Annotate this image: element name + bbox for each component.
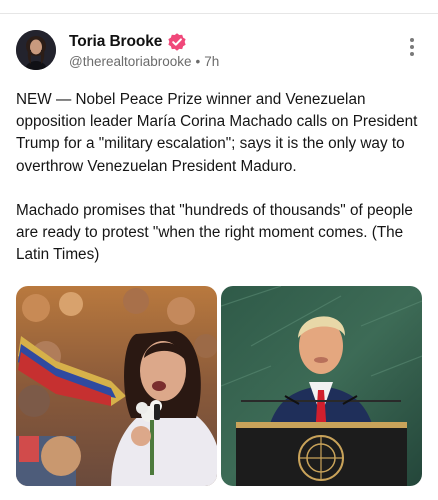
meta-separator: • — [195, 54, 201, 69]
meta-row: @therealtoriabrooke • 7h — [69, 54, 219, 69]
post-time: 7h — [204, 54, 220, 69]
media-photo-machado-rally[interactable] — [16, 286, 217, 486]
author-handle[interactable]: @therealtoriabrooke — [69, 54, 192, 69]
author-avatar[interactable] — [16, 30, 56, 70]
photo-trump-un-podium-image — [221, 286, 422, 486]
author-display-name[interactable]: Toria Brooke — [69, 33, 162, 51]
name-row: Toria Brooke — [69, 32, 187, 52]
post-card[interactable]: Toria Brooke @therealtoriabrooke • 7h NE… — [0, 14, 438, 500]
post-text: NEW — Nobel Peace Prize winner and Venez… — [16, 91, 418, 264]
more-vertical-icon[interactable] — [408, 38, 416, 60]
verified-badge-icon — [167, 32, 187, 52]
photo-machado-rally-image — [16, 286, 217, 486]
media-photo-trump-un-podium[interactable] — [221, 286, 422, 486]
post-header: Toria Brooke @therealtoriabrooke • 7h — [16, 30, 422, 72]
avatar-image — [16, 30, 56, 70]
